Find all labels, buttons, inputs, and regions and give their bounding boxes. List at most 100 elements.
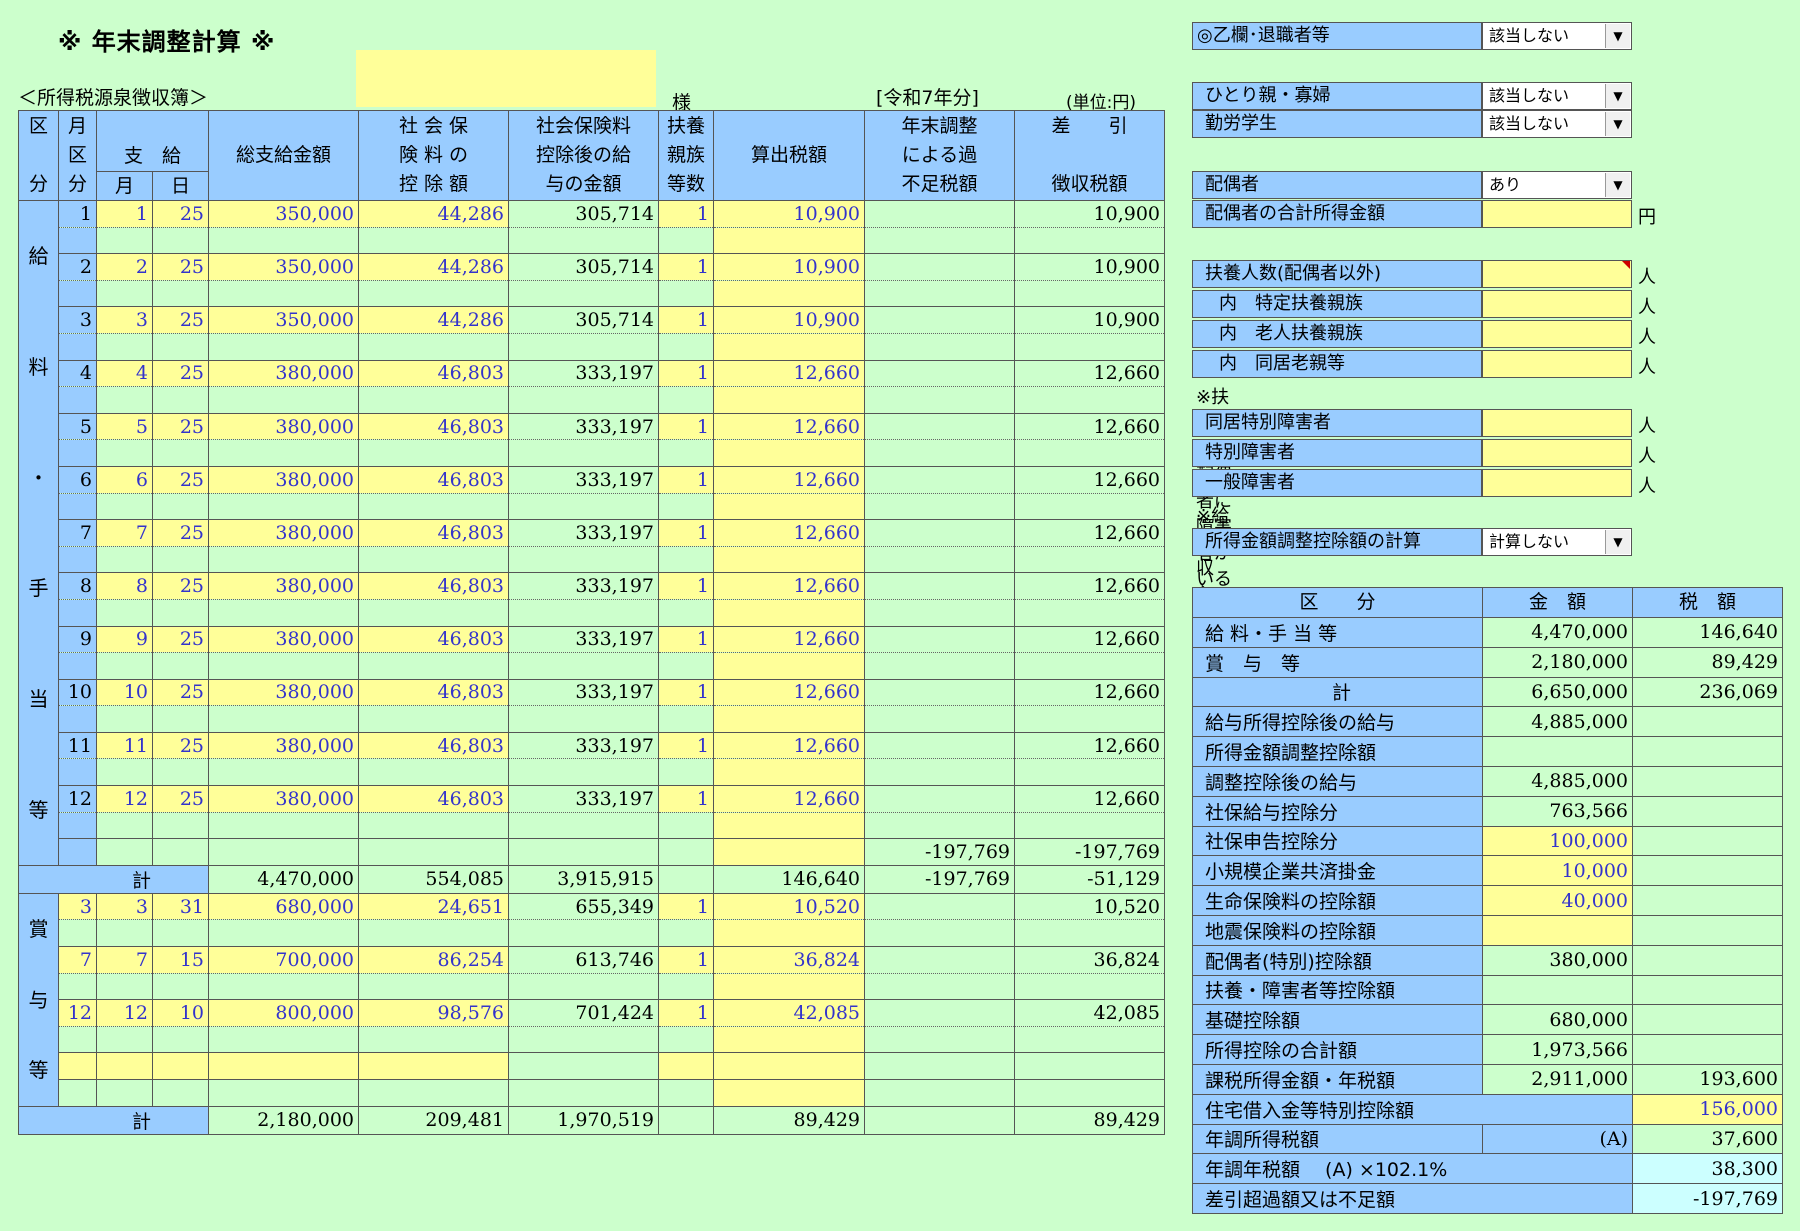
pay-month-input[interactable]: 8 — [96, 572, 153, 600]
dependents-input[interactable]: 1 — [658, 306, 714, 334]
calculated-tax-input[interactable]: 12,660 — [713, 785, 865, 813]
pay-day-input[interactable]: 15 — [152, 946, 209, 974]
blank-input-cell[interactable] — [208, 1052, 359, 1080]
blank-cell[interactable] — [713, 492, 865, 521]
total-pay-input[interactable]: 380,000 — [208, 785, 359, 813]
blank-cell[interactable] — [713, 226, 865, 255]
blank-cell[interactable] — [713, 652, 865, 680]
pay-day-input[interactable]: 31 — [152, 892, 209, 920]
otsu-select[interactable]: 該当しない ▼ — [1482, 22, 1632, 50]
blank-cell[interactable] — [713, 838, 865, 866]
blank-input-cell[interactable] — [713, 1052, 865, 1080]
pay-day-input[interactable]: 25 — [152, 253, 209, 281]
social-insurance-input[interactable]: 46,803 — [358, 465, 509, 494]
total-pay-input[interactable]: 350,000 — [208, 253, 359, 281]
blank-cell[interactable] — [713, 811, 865, 840]
month-cell[interactable]: 3 — [58, 892, 97, 920]
total-pay-input[interactable]: 350,000 — [208, 200, 359, 228]
pay-day-input[interactable]: 25 — [152, 785, 209, 813]
pay-month-input[interactable]: 12 — [96, 999, 153, 1027]
dependents-input[interactable]: 1 — [658, 625, 714, 653]
total-pay-input[interactable]: 380,000 — [208, 731, 359, 759]
single-parent-select[interactable]: 該当しない ▼ — [1482, 82, 1632, 110]
blank-cell[interactable] — [713, 332, 865, 361]
blank-input-cell[interactable] — [358, 1052, 509, 1080]
social-insurance-input[interactable]: 46,803 — [358, 785, 509, 813]
total-pay-input[interactable]: 380,000 — [208, 412, 359, 440]
blank-input-cell[interactable] — [96, 1052, 153, 1080]
dependents-input[interactable]: 1 — [658, 253, 714, 281]
social-insurance-input[interactable]: 46,803 — [358, 412, 509, 440]
cohabit-special-input[interactable] — [1482, 409, 1632, 437]
spouse-income-input[interactable] — [1482, 200, 1632, 228]
calculated-tax-input[interactable]: 10,520 — [713, 892, 865, 920]
calculated-tax-input[interactable]: 12,660 — [713, 412, 865, 440]
pay-day-input[interactable]: 25 — [152, 519, 209, 547]
calculated-tax-input[interactable]: 12,660 — [713, 678, 865, 706]
pay-day-input[interactable]: 25 — [152, 359, 209, 387]
total-pay-input[interactable]: 380,000 — [208, 359, 359, 387]
total-pay-input[interactable]: 380,000 — [208, 678, 359, 706]
pay-month-input[interactable]: 6 — [96, 465, 153, 494]
blank-input-cell[interactable] — [658, 1052, 714, 1080]
chevron-down-icon[interactable]: ▼ — [1605, 24, 1630, 48]
blank-cell[interactable] — [713, 545, 865, 574]
student-select[interactable]: 該当しない ▼ — [1482, 110, 1632, 138]
blank-cell[interactable] — [713, 598, 865, 627]
pay-month-input[interactable]: 3 — [96, 306, 153, 334]
blank-cell[interactable] — [713, 919, 865, 948]
pay-month-input[interactable]: 9 — [96, 625, 153, 653]
adjust-calc-select[interactable]: 計算しない ▼ — [1482, 528, 1632, 556]
total-pay-input[interactable]: 680,000 — [208, 892, 359, 920]
dependents-input[interactable]: 1 — [658, 999, 714, 1027]
social-insurance-input[interactable]: 46,803 — [358, 625, 509, 653]
pay-month-input[interactable]: 10 — [96, 678, 153, 706]
pay-day-input[interactable]: 25 — [152, 572, 209, 600]
calculated-tax-input[interactable]: 12,660 — [713, 572, 865, 600]
chevron-down-icon[interactable]: ▼ — [1605, 84, 1630, 108]
dependents-input[interactable]: 1 — [658, 412, 714, 440]
elderly-dependents-input[interactable] — [1482, 320, 1632, 348]
calculated-tax-input[interactable]: 10,900 — [713, 200, 865, 228]
summary-amount[interactable]: 40,000 — [1482, 885, 1633, 916]
dependents-input[interactable]: 1 — [658, 465, 714, 494]
pay-day-input[interactable]: 25 — [152, 678, 209, 706]
social-insurance-input[interactable]: 98,576 — [358, 999, 509, 1027]
pay-month-input[interactable]: 4 — [96, 359, 153, 387]
calculated-tax-input[interactable]: 42,085 — [713, 999, 865, 1027]
pay-month-input[interactable]: 2 — [96, 253, 153, 281]
dependents-input[interactable] — [1482, 260, 1632, 288]
pay-month-input[interactable]: 11 — [96, 731, 153, 759]
dependents-input[interactable]: 1 — [658, 731, 714, 759]
dependents-input[interactable]: 1 — [658, 572, 714, 600]
social-insurance-input[interactable]: 46,803 — [358, 678, 509, 706]
social-insurance-input[interactable]: 44,286 — [358, 253, 509, 281]
blank-input-cell[interactable] — [58, 1052, 97, 1080]
social-insurance-input[interactable]: 44,286 — [358, 200, 509, 228]
blank-cell[interactable] — [713, 439, 865, 467]
employee-name-field[interactable] — [356, 50, 656, 107]
special-disabled-input[interactable] — [1482, 439, 1632, 467]
pay-day-input[interactable]: 25 — [152, 731, 209, 759]
chevron-down-icon[interactable]: ▼ — [1605, 173, 1630, 197]
total-pay-input[interactable]: 800,000 — [208, 999, 359, 1027]
social-insurance-input[interactable]: 46,803 — [358, 359, 509, 387]
spouse-select[interactable]: あり ▼ — [1482, 171, 1632, 199]
pay-day-input[interactable]: 25 — [152, 412, 209, 440]
blank-cell[interactable] — [713, 279, 865, 308]
dependents-input[interactable]: 1 — [658, 946, 714, 974]
blank-cell[interactable] — [713, 1025, 865, 1054]
pay-month-input[interactable]: 3 — [96, 892, 153, 920]
social-insurance-input[interactable]: 24,651 — [358, 892, 509, 920]
month-cell[interactable]: 12 — [58, 999, 97, 1027]
pay-day-input[interactable]: 25 — [152, 200, 209, 228]
calculated-tax-input[interactable]: 12,660 — [713, 519, 865, 547]
summary-amount[interactable]: 10,000 — [1482, 855, 1633, 887]
blank-cell[interactable] — [713, 758, 865, 787]
pay-month-input[interactable]: 12 — [96, 785, 153, 813]
specific-dependents-input[interactable] — [1482, 290, 1632, 318]
pay-day-input[interactable]: 10 — [152, 999, 209, 1027]
summary-amount[interactable] — [1482, 914, 1633, 946]
dependents-input[interactable]: 1 — [658, 200, 714, 228]
total-pay-input[interactable]: 380,000 — [208, 625, 359, 653]
